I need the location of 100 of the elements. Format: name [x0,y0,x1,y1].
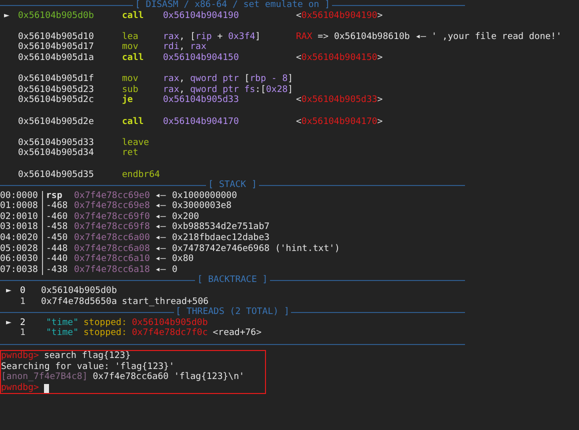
stack-address: 0x7f4e78cc69e0 [74,190,151,201]
pointer-arrow: ◂— [155,212,167,222]
section-header: [ THREADS (2 TOTAL) ] [174,307,290,318]
instruction-annotation: <0x56104b904150> [296,52,383,64]
stack-offset: -450 [45,233,69,244]
instruction-address: 0x56104b905d23 [18,84,95,95]
instruction-address: 0x56104b905d34 [18,148,95,159]
instruction-operands: rdi, rax [163,42,206,52]
instruction-operands: rax, qword ptr [rbp - 8] [163,74,294,84]
stack-index: 03:0018 [0,222,43,234]
stack-address: 0x7f4e78cc6a10 [74,254,151,265]
current-pointer-icon: ► [4,10,10,21]
instruction-mnemonic: mov [122,74,140,85]
stack-offset: rsp [45,190,64,201]
instruction-mnemonic: mov [122,42,140,53]
instruction-address: 0x56104b905d2e [18,116,95,128]
instruction-address: 0x56104b905d2c [18,95,95,106]
thread-symbol: <read+76> [212,328,262,339]
section-header: [ DISASM / x86-64 / set emulate on ] [134,0,332,11]
stack-offset: -440 [45,254,69,265]
current-frame-pointer-icon: ► [6,286,12,296]
shell-prompt: pwndbg> [1,351,39,362]
current-thread-pointer-icon: ► [6,318,12,328]
instruction-annotation: <0x56104b904170> [296,116,383,128]
stack-index: 02:0010 [0,212,43,222]
shell-prompt: pwndbg> [1,382,39,394]
instruction-mnemonic: sub [122,84,140,95]
pointer-arrow: ◂— [155,233,167,244]
thread-id: 2 [20,318,26,328]
frame-number: 1 [20,296,26,308]
stack-offset: -438 [45,264,69,276]
stack-offset: -448 [45,244,69,254]
frame-address: 0x56104b905d0b [41,286,117,297]
instruction-mnemonic: je [122,95,134,106]
instruction-mnemonic: endbr64 [122,170,161,180]
thread-state: stopped: [84,318,127,328]
frame-number: 0 [20,286,26,297]
stack-value: 0x3000003e8 [172,201,232,212]
stack-value: 0x80 [172,254,194,265]
stack-value: 0x1000000000 [172,190,238,201]
instruction-address: 0x56104b905d33 [18,138,95,148]
instruction-address: 0x56104b905d0b [18,10,95,22]
thread-id: 1 [20,328,26,339]
thread-address: 0x56104b905d0b [132,318,208,328]
stack-index: 00:0000 [0,190,43,202]
instruction-address: 0x56104b905d35 [18,170,95,180]
stack-address: 0x7f4e78cc6a08 [74,244,151,254]
section-header: [ BACKTRACE ] [196,275,269,286]
memory-region: [anon_7f4e7B4c8] [1,372,88,383]
stack-offset: -460 [45,212,69,222]
stack-value: 0xb988534d2e751ab7 [172,222,270,233]
instruction-annotation: <0x56104b904190> [296,10,383,22]
instruction-mnemonic: call [122,10,145,22]
stack-value: 0x218fbdaec12dabe3 [172,233,270,244]
stack-index: 05:0028 [0,244,43,254]
instruction-mnemonic: lea [122,32,140,42]
pointer-arrow: ◂— [155,190,167,202]
instruction-address: 0x56104b905d1f [18,74,95,85]
instruction-annotation: <0x56104b905d33> [296,95,383,106]
thread-address: 0x7f4e78dc7f0c [132,328,208,339]
instruction-annotation: RAX => 0x56104b98610b ◂— ' ,your file read done!' [296,32,562,42]
stack-index: 06:0030 [0,254,43,265]
stack-address: 0x7f4e78cc69e8 [74,201,151,212]
stack-address: 0x7f4e78cc69f8 [74,222,151,233]
pointer-arrow: ◂— [155,264,167,276]
stack-index: 07:0038 [0,264,43,276]
pointer-arrow: ◂— [155,244,167,254]
instruction-address: 0x56104b905d1a [18,52,95,64]
frame-symbol: start_thread+506 [122,296,209,307]
instruction-mnemonic: ret [122,148,140,159]
frame-address: 0x7f4e78d5650a [41,296,117,308]
pointer-arrow: ◂— [155,254,167,265]
stack-value: 0x200 [172,212,200,222]
stack-index: 01:0008 [0,201,43,212]
stack-offset: -458 [45,222,69,234]
pointer-arrow: ◂— [155,201,167,212]
stack-value: 0 [172,264,178,276]
thread-name: "time" [46,328,79,339]
instruction-operands: 0x56104b904150 [163,52,239,63]
instruction-mnemonic: call [122,52,145,64]
search-result: 0x7f4e78cc6a60 'flag{123}\n' [92,372,244,383]
thread-name: "time" [46,318,79,328]
instruction-mnemonic: call [122,116,145,128]
text-cursor [44,384,49,393]
section-header: [ STACK ] [207,180,258,191]
output-text: Searching for value: 'flag{123}' [1,362,174,372]
stack-index: 04:0020 [0,233,43,244]
pointer-arrow: ◂— [155,222,167,234]
instruction-operands: 0x56104b904170 [163,116,239,127]
thread-state: stopped: [84,328,127,339]
stack-address: 0x7f4e78cc6a00 [74,233,151,244]
instruction-operands: 0x56104b905d33 [163,95,239,106]
stack-address: 0x7f4e78cc69f0 [74,212,151,222]
instruction-mnemonic: leave [122,138,150,148]
instruction-operands: 0x56104b904190 [163,10,239,21]
stack-address: 0x7f4e78cc6a18 [74,264,151,276]
instruction-operands: rax, [rip + 0x3f4] [163,32,261,42]
instruction-address: 0x56104b905d17 [18,42,95,53]
instruction-address: 0x56104b905d10 [18,32,95,42]
stack-offset: -468 [45,201,69,212]
